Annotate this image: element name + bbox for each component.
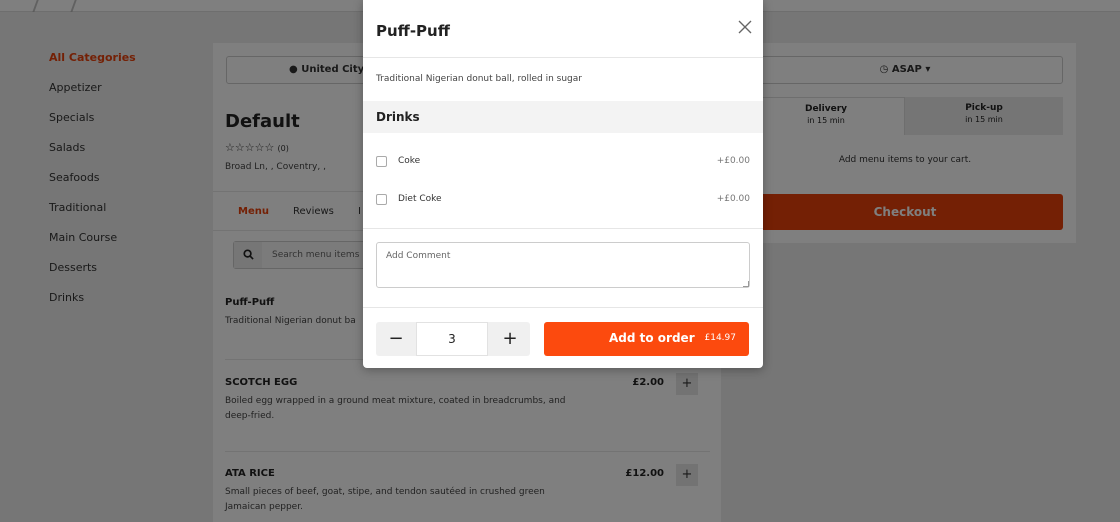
checkbox[interactable]	[376, 194, 387, 205]
add-to-order-label: Add to order	[609, 331, 695, 345]
modal-header: Puff-Puff	[363, 0, 763, 58]
add-to-order-price: £14.97	[704, 333, 737, 343]
item-options-modal: Puff-Puff Traditional Nigerian donut bal…	[363, 0, 763, 368]
resize-handle-icon[interactable]	[743, 281, 749, 287]
comment-textarea[interactable]	[376, 242, 750, 288]
option-group-header: Drinks	[363, 101, 763, 133]
checkbox[interactable]	[376, 156, 387, 167]
close-icon[interactable]	[738, 20, 752, 38]
option-label: Coke	[398, 156, 421, 166]
add-to-order-button[interactable]: Add to order £14.97	[544, 322, 749, 356]
option-label: Diet Coke	[398, 194, 442, 204]
divider	[363, 228, 763, 229]
modal-title: Puff-Puff	[376, 22, 450, 40]
quantity-input[interactable]	[416, 322, 488, 356]
option-diet-coke[interactable]: Diet Coke +£0.00	[376, 191, 750, 209]
increase-quantity-button[interactable]: +	[490, 322, 530, 356]
option-price: +£0.00	[716, 194, 750, 204]
option-group-title: Drinks	[376, 110, 420, 124]
divider	[363, 307, 763, 308]
option-price: +£0.00	[716, 156, 750, 166]
decrease-quantity-button[interactable]: −	[376, 322, 416, 356]
quantity-stepper: − +	[376, 322, 530, 356]
option-coke[interactable]: Coke +£0.00	[376, 153, 750, 171]
modal-description: Traditional Nigerian donut ball, rolled …	[376, 74, 582, 84]
